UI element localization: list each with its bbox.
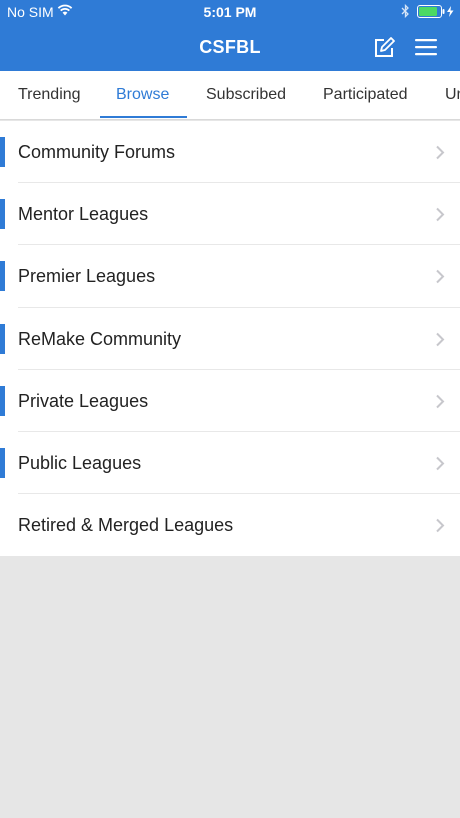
list-item-premier-leagues[interactable]: Premier Leagues: [0, 245, 460, 308]
chevron-right-icon: [436, 145, 445, 160]
list-item-label: Public Leagues: [18, 452, 142, 473]
row-accent-bar: [0, 137, 5, 167]
menu-icon[interactable]: [414, 37, 438, 57]
chevron-right-icon: [436, 394, 445, 408]
tab-browse[interactable]: Browse: [116, 71, 169, 119]
list-item-label: Private Leagues: [18, 390, 149, 411]
chevron-right-icon: [436, 332, 445, 346]
tab-bar: Trending Browse Subscribed Participated …: [0, 71, 460, 120]
tab-trending[interactable]: Trending: [18, 71, 81, 119]
list-item-label: Community Forums: [18, 142, 176, 162]
app-header: No SIM 5:01 PM CSFBL: [0, 0, 460, 71]
list-item-label: Retired & Merged Leagues: [18, 515, 234, 536]
row-accent-bar: [0, 385, 5, 416]
bluetooth-icon: [401, 4, 409, 18]
list-item-private-leagues[interactable]: Private Leagues: [0, 370, 460, 433]
list-item-remake-community[interactable]: ReMake Community: [0, 308, 460, 370]
list-item-label: Mentor Leagues: [18, 204, 149, 225]
list-item-retired-merged-leagues[interactable]: Retired & Merged Leagues: [0, 494, 460, 556]
row-accent-bar: [0, 261, 5, 292]
tab-subscribed[interactable]: Subscribed: [206, 71, 286, 119]
row-accent-bar: [0, 199, 5, 230]
list-item-label: ReMake Community: [18, 328, 182, 349]
status-bar: No SIM 5:01 PM: [0, 0, 460, 24]
empty-background: [0, 556, 460, 818]
forum-list: Community Forums Mentor Leagues Premier …: [0, 121, 460, 556]
clock-time: 5:01 PM: [203, 4, 257, 20]
list-item-label: Premier Leagues: [18, 266, 156, 287]
list-item-community-forums[interactable]: Community Forums: [0, 121, 460, 184]
chevron-right-icon: [436, 207, 445, 222]
chevron-right-icon: [436, 518, 445, 533]
list-item-mentor-leagues[interactable]: Mentor Leagues: [0, 183, 460, 246]
chevron-right-icon: [436, 456, 445, 471]
list-item-public-leagues[interactable]: Public Leagues: [0, 432, 460, 495]
compose-icon[interactable]: [372, 36, 396, 60]
tab-participated[interactable]: Participated: [323, 71, 408, 119]
row-accent-bar: [0, 447, 5, 478]
battery-charging-icon: [417, 5, 454, 18]
tab-unread-partial[interactable]: Un: [445, 71, 460, 119]
row-accent-bar: [0, 323, 5, 354]
chevron-right-icon: [436, 270, 445, 284]
active-tab-indicator: [100, 116, 187, 118]
